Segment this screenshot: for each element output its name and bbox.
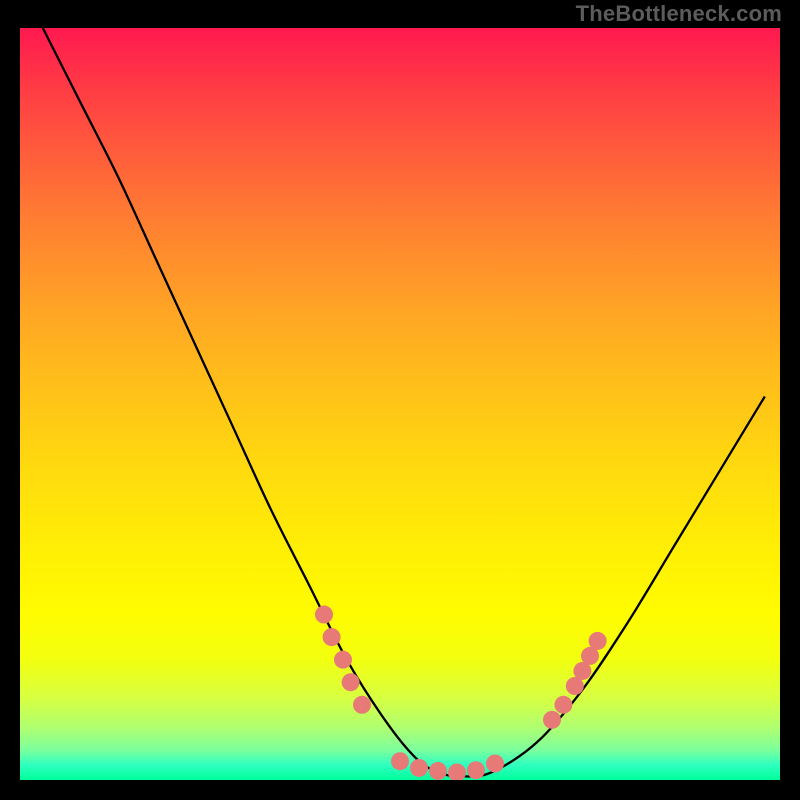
highlight-dot	[429, 762, 447, 780]
highlight-dot	[589, 632, 607, 650]
curve-svg	[20, 28, 780, 780]
highlight-dot	[334, 651, 352, 669]
highlight-dot	[342, 673, 360, 691]
highlight-dot	[486, 754, 504, 772]
highlight-dot	[467, 761, 485, 779]
highlight-dot	[543, 711, 561, 729]
highlight-dot	[448, 763, 466, 780]
highlight-dot	[391, 752, 409, 770]
highlight-dot	[315, 606, 333, 624]
chart-frame: TheBottleneck.com	[0, 0, 800, 800]
bottleneck-curve	[43, 28, 765, 777]
highlight-dot	[410, 759, 428, 777]
watermark-text: TheBottleneck.com	[576, 1, 782, 27]
highlight-dots	[315, 606, 607, 780]
highlight-dot	[554, 696, 572, 714]
highlight-dot	[323, 628, 341, 646]
highlight-dot	[353, 696, 371, 714]
plot-area	[20, 28, 780, 780]
